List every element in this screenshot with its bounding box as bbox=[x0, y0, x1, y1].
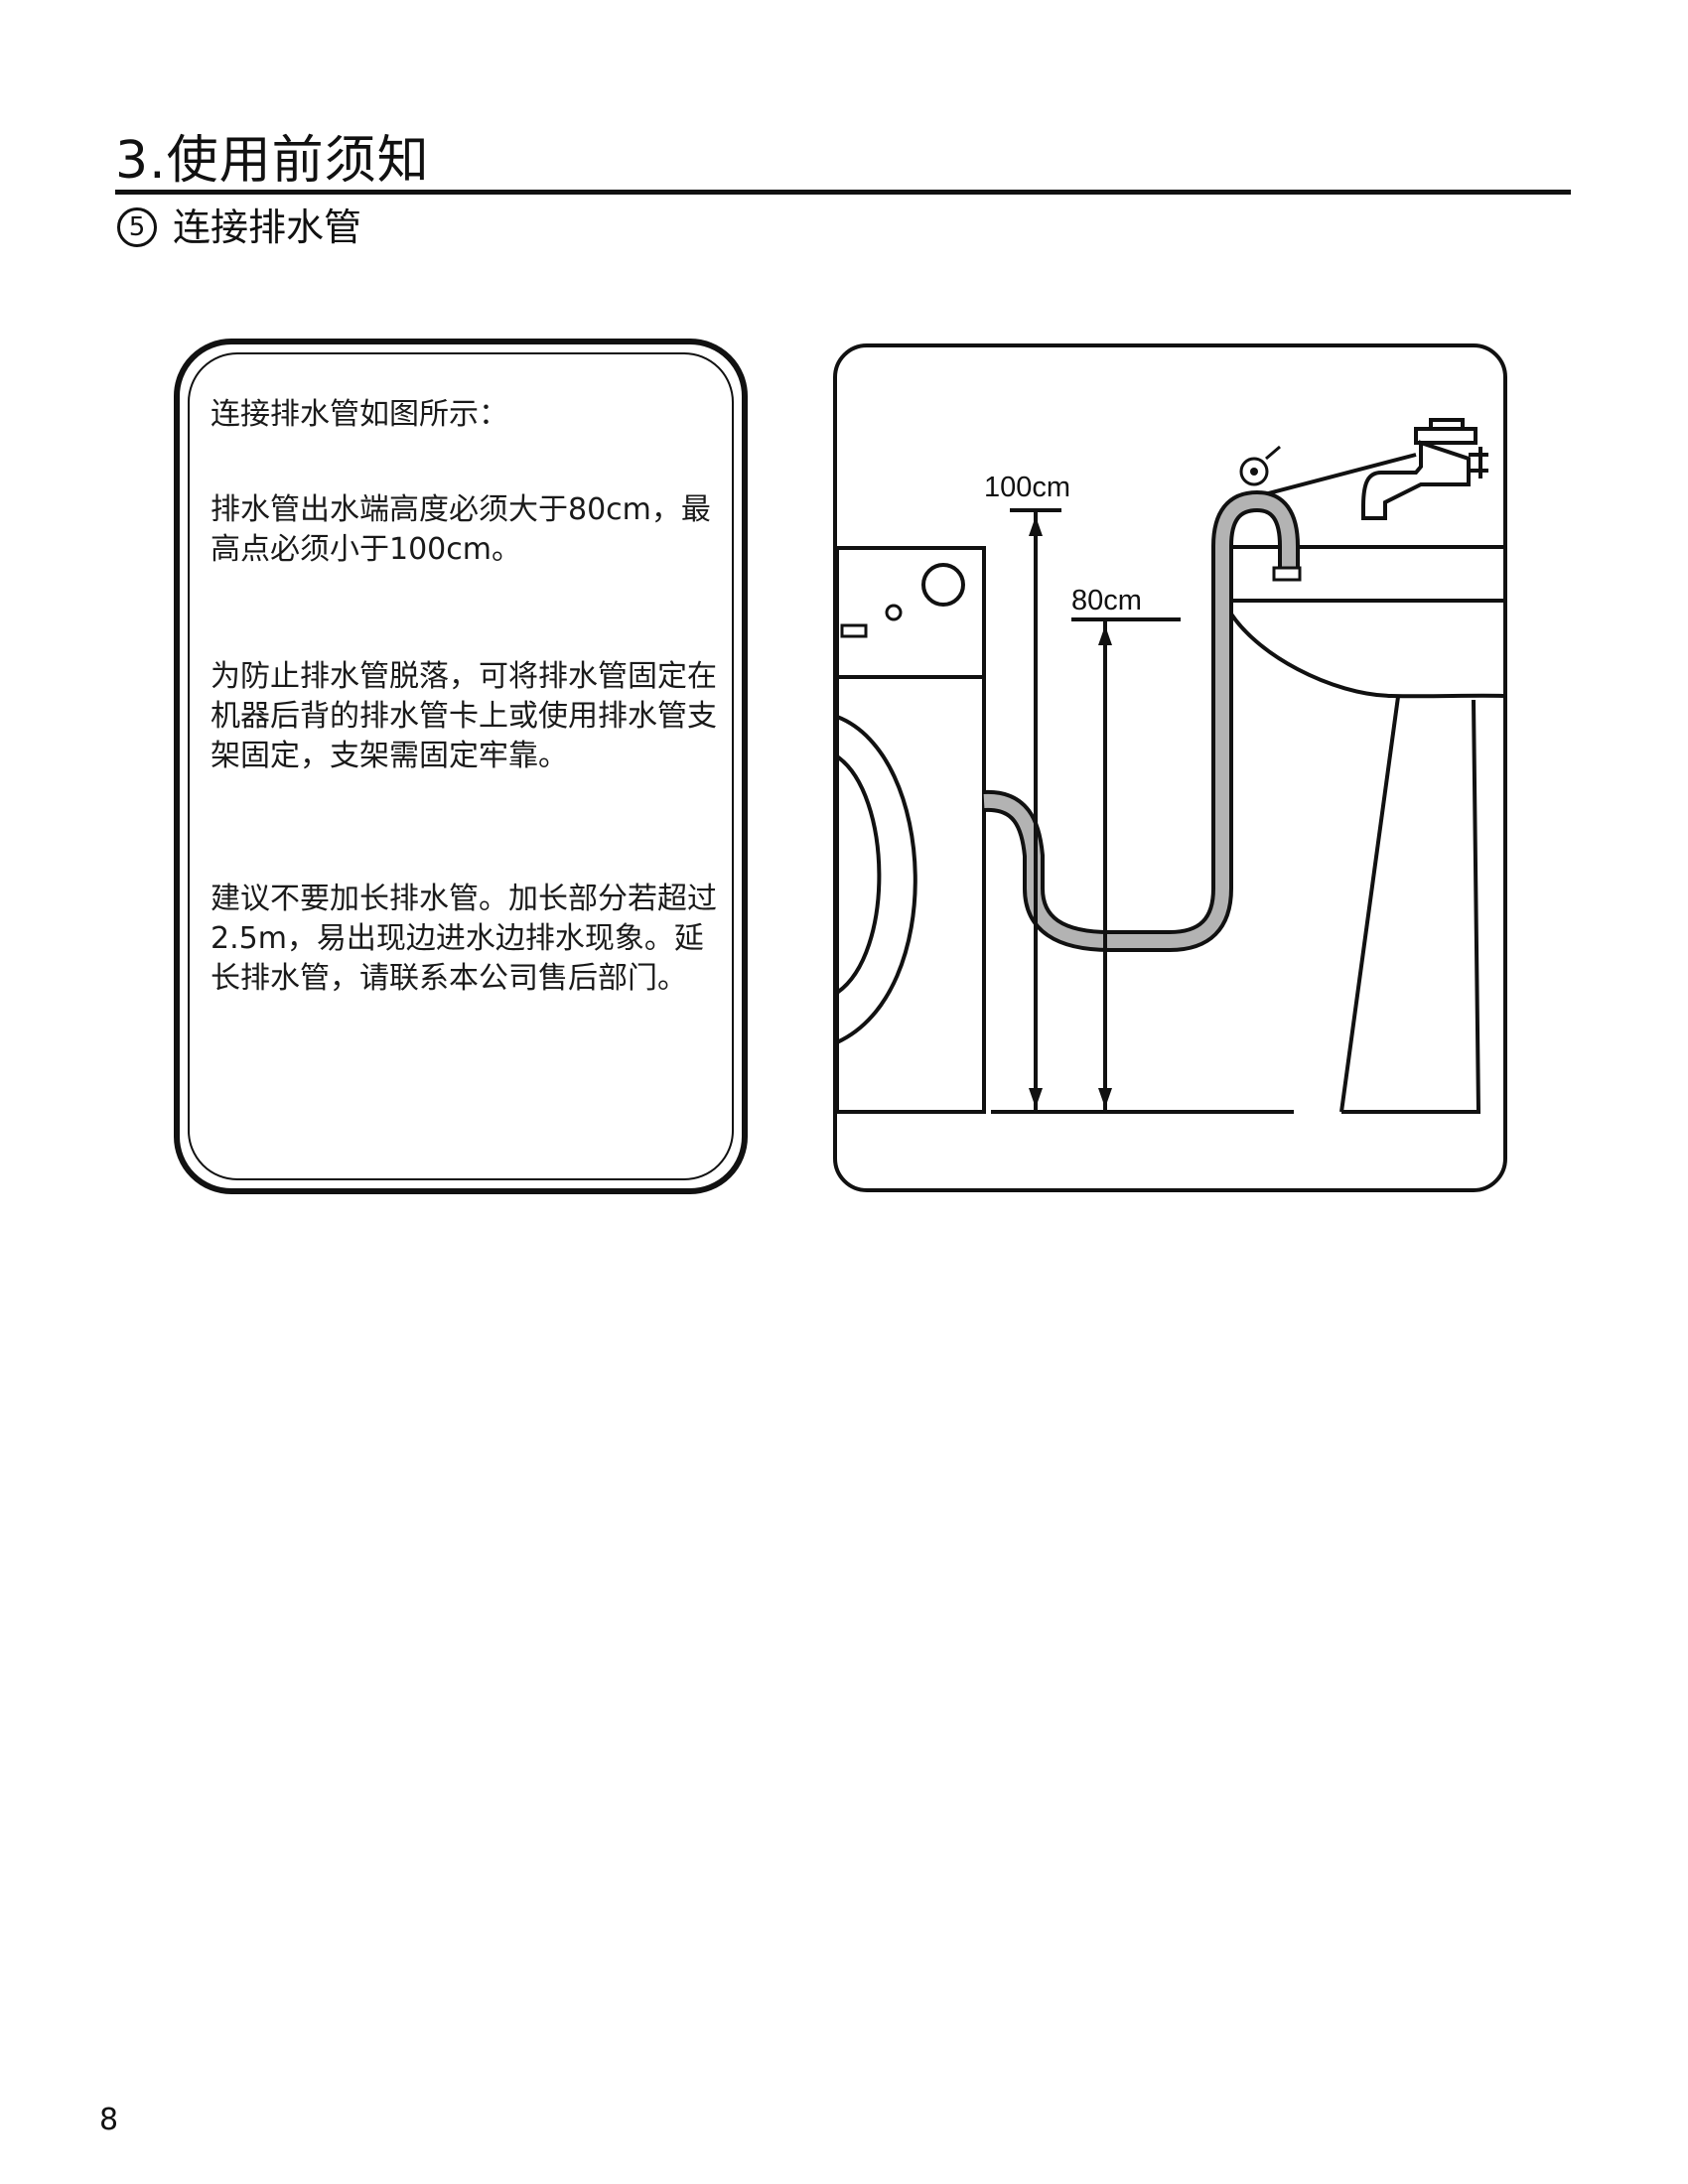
section-title: 3.使用前须知 bbox=[115, 131, 430, 191]
label-max-height: 100cm bbox=[984, 472, 1070, 503]
subsection-title: 连接排水管 bbox=[173, 205, 362, 249]
title-divider bbox=[115, 190, 1571, 195]
drain-hose-icon bbox=[983, 445, 1302, 952]
instruction-paragraph-extension: 建议不要加长排水管。加长部分若超过2.5m，易出现边进水边排水现象。延长排水管，… bbox=[211, 882, 717, 996]
drain-hose-illustration: 100cm 80cm bbox=[837, 418, 1503, 1114]
instruction-paragraph-fixing: 为防止排水管脱落，可将排水管固定在机器后背的排水管卡上或使用排水管支架固定，支架… bbox=[211, 659, 717, 773]
label-min-height: 80cm bbox=[1071, 585, 1142, 616]
subsection-heading: 5 连接排水管 bbox=[117, 204, 361, 251]
subsection-number: 5 bbox=[117, 207, 157, 247]
instruction-paragraph-height: 排水管出水端高度必须大于80cm，最高点必须小于100cm。 bbox=[211, 492, 711, 567]
basin-icon bbox=[1225, 545, 1503, 1114]
faucet-icon bbox=[1361, 418, 1488, 520]
instruction-paragraph-intro: 连接排水管如图所示： bbox=[211, 397, 508, 432]
washing-machine-icon bbox=[837, 546, 986, 1114]
drain-hose-figure: 100cm 80cm bbox=[833, 343, 1507, 1192]
page-number: 8 bbox=[99, 2103, 119, 2137]
